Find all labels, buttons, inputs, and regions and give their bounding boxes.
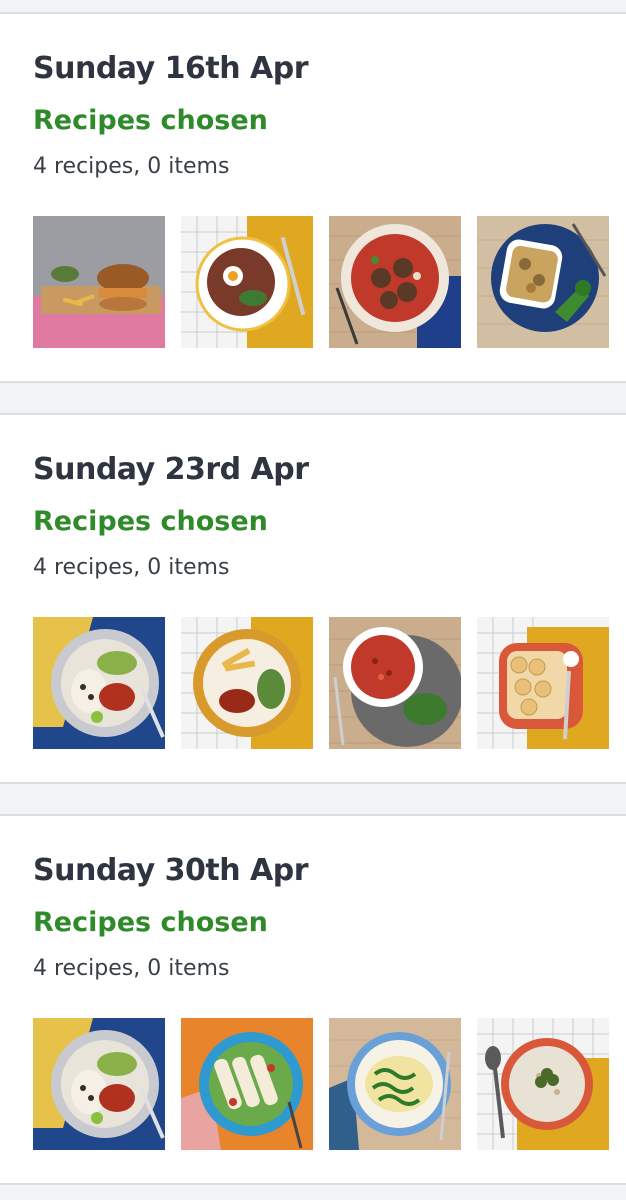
stew-bowl-photo[interactable] <box>329 617 461 749</box>
week-status: Recipes chosen <box>33 907 268 938</box>
week-card[interactable]: Sunday 23rd Apr Recipes chosen 4 recipes… <box>0 415 626 782</box>
recipe-thumbnails <box>33 1018 609 1150</box>
section-divider <box>0 782 626 816</box>
egg-salad-plate-photo[interactable] <box>181 216 313 348</box>
recipe-thumbnails <box>33 216 609 348</box>
week-card[interactable]: Sunday 30th Apr Recipes chosen 4 recipes… <box>0 816 626 1183</box>
week-status: Recipes chosen <box>33 506 268 537</box>
chips-chicken-plate-photo[interactable] <box>181 617 313 749</box>
week-date: Sunday 23rd Apr <box>33 452 309 487</box>
burger-fries-photo[interactable] <box>33 216 165 348</box>
week-date: Sunday 16th Apr <box>33 51 309 86</box>
week-counts: 4 recipes, 0 items <box>33 154 230 179</box>
chicken-rice-plate-photo[interactable] <box>33 617 165 749</box>
week-counts: 4 recipes, 0 items <box>33 956 230 981</box>
bottom-divider <box>0 1183 626 1200</box>
wraps-salad-plate-photo[interactable] <box>181 1018 313 1150</box>
potato-bake-dish-photo[interactable] <box>477 617 609 749</box>
week-status: Recipes chosen <box>33 105 268 136</box>
top-divider <box>0 0 626 14</box>
recipe-thumbnails <box>33 617 609 749</box>
week-date: Sunday 30th Apr <box>33 853 309 888</box>
meatballs-bowl-photo[interactable] <box>329 216 461 348</box>
week-card[interactable]: Sunday 16th Apr Recipes chosen 4 recipes… <box>0 14 626 381</box>
chicken-rice-plate-photo[interactable] <box>33 1018 165 1150</box>
risotto-bowl-photo[interactable] <box>477 1018 609 1150</box>
pasta-bake-broccoli-photo[interactable] <box>477 216 609 348</box>
spinach-pasta-plate-photo[interactable] <box>329 1018 461 1150</box>
section-divider <box>0 381 626 415</box>
week-counts: 4 recipes, 0 items <box>33 555 230 580</box>
